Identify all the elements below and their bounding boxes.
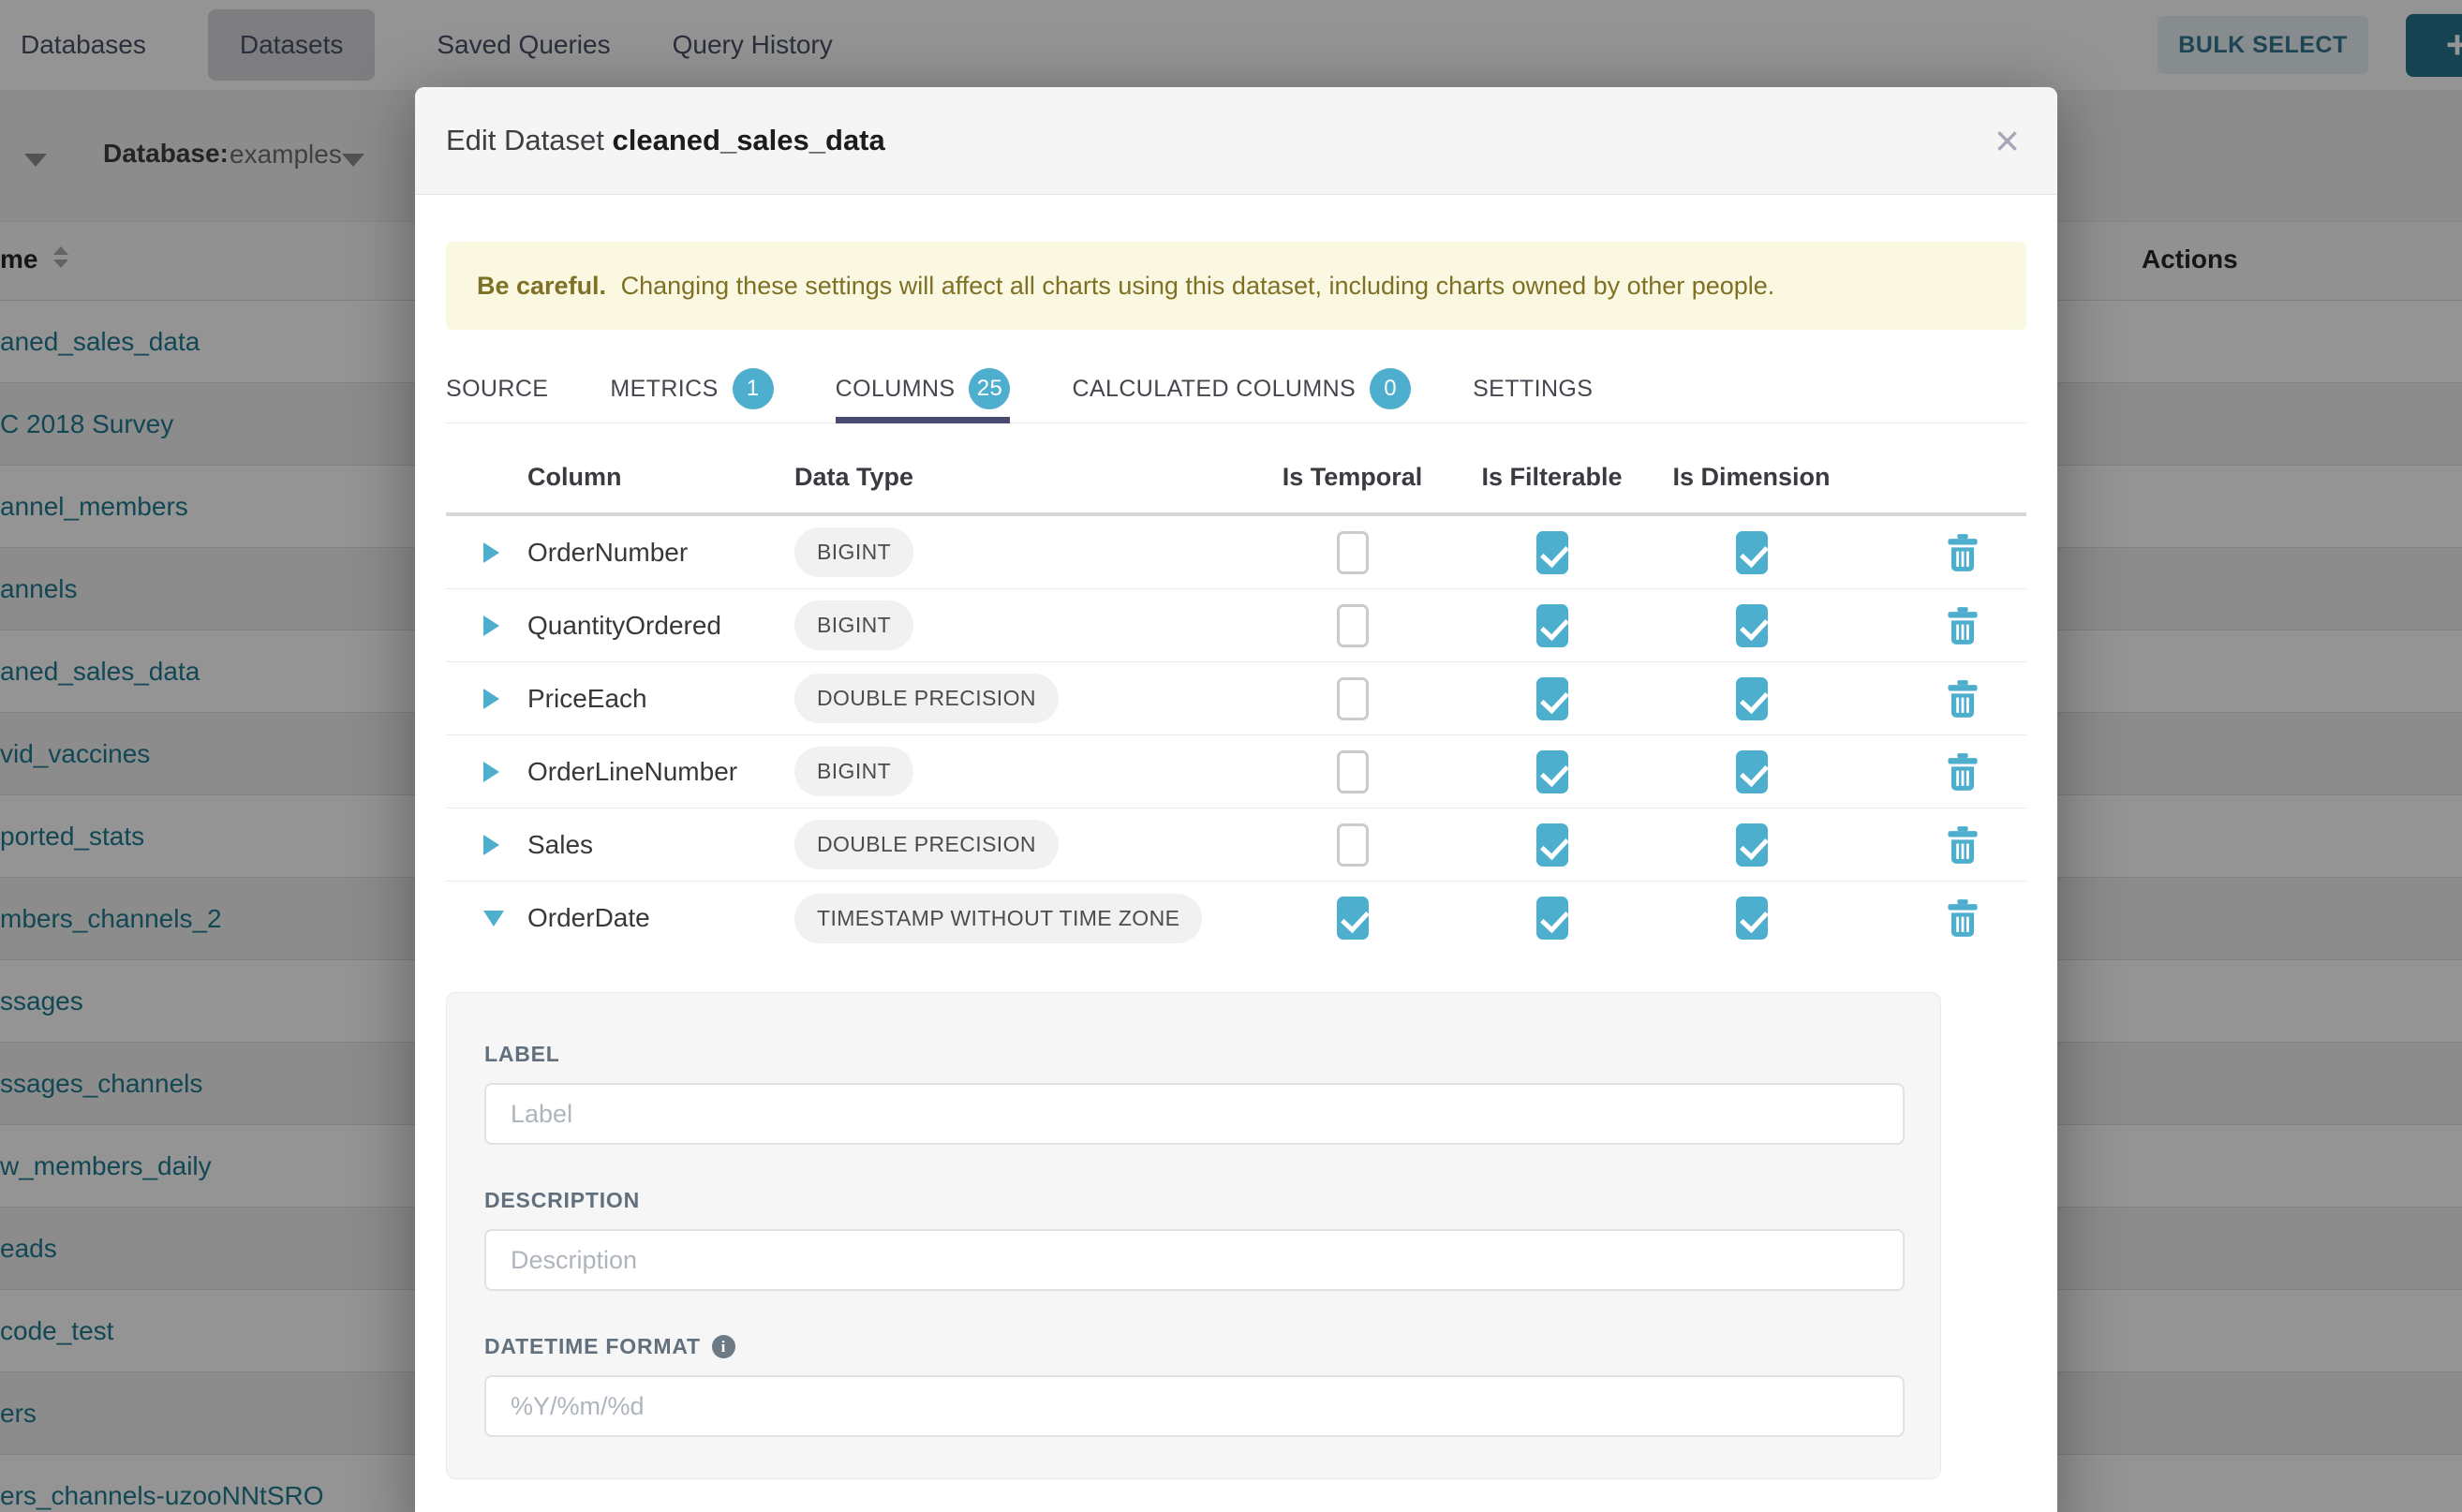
- is-temporal-checkbox[interactable]: [1337, 823, 1369, 867]
- expanded-column-editor: LABEL DESCRIPTION DATETIME FORMAT i: [446, 992, 1941, 1479]
- is-filterable-checkbox[interactable]: [1536, 823, 1568, 867]
- tab-count-badge: 25: [969, 368, 1010, 409]
- delete-column-button[interactable]: [1930, 534, 1995, 571]
- is-filterable-checkbox[interactable]: [1536, 677, 1568, 720]
- trash-icon: [1947, 680, 1979, 718]
- is-temporal-checkbox[interactable]: [1337, 604, 1369, 647]
- tab-columns[interactable]: COLUMNS 25: [836, 361, 1011, 423]
- label-field-label: LABEL: [484, 1042, 1903, 1067]
- tab-label: SETTINGS: [1473, 376, 1593, 403]
- trash-icon: [1947, 534, 1979, 571]
- trash-icon: [1947, 753, 1979, 791]
- is-filterable-checkbox[interactable]: [1536, 604, 1568, 647]
- datetime-format-input[interactable]: [484, 1375, 1905, 1437]
- delete-column-button[interactable]: [1930, 753, 1995, 791]
- column-row: QuantityOrdered BIGINT: [446, 589, 2026, 662]
- tab-label: METRICS: [610, 376, 718, 403]
- is-dimension-checkbox[interactable]: [1736, 750, 1768, 793]
- data-type-pill: TIMESTAMP WITHOUT TIME ZONE: [794, 894, 1202, 943]
- delete-column-button[interactable]: [1930, 680, 1995, 718]
- expand-caret-icon[interactable]: [483, 615, 499, 636]
- is-temporal-header: Is Temporal: [1253, 463, 1452, 492]
- expand-caret-icon[interactable]: [483, 762, 499, 782]
- is-filterable-header: Is Filterable: [1452, 463, 1652, 492]
- data-type-pill: BIGINT: [794, 527, 913, 577]
- tab-label: CALCULATED COLUMNS: [1072, 376, 1356, 403]
- warning-text: Changing these settings will affect all …: [621, 272, 1775, 300]
- is-temporal-checkbox[interactable]: [1337, 677, 1369, 720]
- delete-column-button[interactable]: [1930, 899, 1995, 937]
- warning-bold-text: Be careful.: [477, 272, 606, 300]
- trash-icon: [1947, 826, 1979, 864]
- tab-metrics[interactable]: METRICS 1: [610, 361, 773, 423]
- data-type-pill: DOUBLE PRECISION: [794, 674, 1059, 723]
- is-dimension-checkbox[interactable]: [1736, 531, 1768, 574]
- is-dimension-checkbox[interactable]: [1736, 897, 1768, 940]
- is-dimension-checkbox[interactable]: [1736, 604, 1768, 647]
- modal-title-prefix: Edit Dataset: [446, 124, 604, 156]
- tab-calculated-columns[interactable]: CALCULATED COLUMNS 0: [1072, 361, 1411, 423]
- tab-count-badge: 0: [1370, 368, 1411, 409]
- column-name: Sales: [527, 830, 794, 860]
- column-header: Column: [527, 463, 794, 492]
- modal-title: Edit Dataset cleaned_sales_data: [446, 124, 885, 157]
- expand-caret-icon[interactable]: [483, 835, 499, 855]
- tab-source[interactable]: SOURCE: [446, 361, 548, 423]
- is-filterable-checkbox[interactable]: [1536, 897, 1568, 940]
- label-input[interactable]: [484, 1083, 1905, 1145]
- is-temporal-checkbox[interactable]: [1337, 531, 1369, 574]
- modal-tabs: SOURCE METRICS 1 COLUMNS 25 CALCULATED C…: [446, 361, 2026, 423]
- data-type-pill: BIGINT: [794, 600, 913, 650]
- tab-label: COLUMNS: [836, 376, 956, 403]
- is-filterable-checkbox[interactable]: [1536, 531, 1568, 574]
- expand-caret-icon[interactable]: [483, 911, 504, 926]
- data-type-header: Data Type: [794, 463, 1253, 492]
- expand-caret-icon[interactable]: [483, 542, 499, 563]
- column-name: OrderNumber: [527, 538, 794, 568]
- data-type-pill: BIGINT: [794, 747, 913, 796]
- is-filterable-checkbox[interactable]: [1536, 750, 1568, 793]
- is-dimension-header: Is Dimension: [1652, 463, 1851, 492]
- column-row: OrderDate TIMESTAMP WITHOUT TIME ZONE: [446, 882, 2026, 955]
- trash-icon: [1947, 899, 1979, 937]
- column-row: OrderNumber BIGINT: [446, 516, 2026, 589]
- datetime-format-field-label: DATETIME FORMAT i: [484, 1334, 1903, 1359]
- trash-icon: [1947, 607, 1979, 645]
- column-row: OrderLineNumber BIGINT: [446, 735, 2026, 808]
- edit-dataset-modal: Edit Dataset cleaned_sales_data × Be car…: [415, 87, 2057, 1512]
- tab-count-badge: 1: [733, 368, 774, 409]
- is-temporal-checkbox[interactable]: [1337, 897, 1369, 940]
- description-field-label: DESCRIPTION: [484, 1188, 1903, 1213]
- field-label-text: DATETIME FORMAT: [484, 1334, 701, 1359]
- modal-body: Be careful. Changing these settings will…: [415, 242, 2057, 1479]
- column-name: OrderDate: [527, 903, 794, 933]
- expand-caret-icon[interactable]: [483, 689, 499, 709]
- warning-banner: Be careful. Changing these settings will…: [446, 242, 2026, 330]
- field-label-text: LABEL: [484, 1042, 560, 1067]
- column-row: Sales DOUBLE PRECISION: [446, 808, 2026, 882]
- tab-label: SOURCE: [446, 376, 548, 403]
- is-temporal-checkbox[interactable]: [1337, 750, 1369, 793]
- is-dimension-checkbox[interactable]: [1736, 677, 1768, 720]
- field-label-text: DESCRIPTION: [484, 1188, 640, 1213]
- close-icon[interactable]: ×: [1995, 119, 2020, 162]
- columns-table-header: Column Data Type Is Temporal Is Filterab…: [446, 423, 2026, 516]
- data-type-pill: DOUBLE PRECISION: [794, 820, 1059, 869]
- column-name: QuantityOrdered: [527, 611, 794, 641]
- modal-title-dataset-name: cleaned_sales_data: [613, 124, 885, 156]
- info-icon[interactable]: i: [712, 1335, 735, 1358]
- description-input[interactable]: [484, 1229, 1905, 1291]
- delete-column-button[interactable]: [1930, 607, 1995, 645]
- modal-header: Edit Dataset cleaned_sales_data ×: [415, 87, 2057, 195]
- delete-column-button[interactable]: [1930, 826, 1995, 864]
- tab-settings[interactable]: SETTINGS: [1473, 361, 1593, 423]
- column-row: PriceEach DOUBLE PRECISION: [446, 662, 2026, 735]
- column-name: PriceEach: [527, 684, 794, 714]
- is-dimension-checkbox[interactable]: [1736, 823, 1768, 867]
- column-name: OrderLineNumber: [527, 757, 794, 787]
